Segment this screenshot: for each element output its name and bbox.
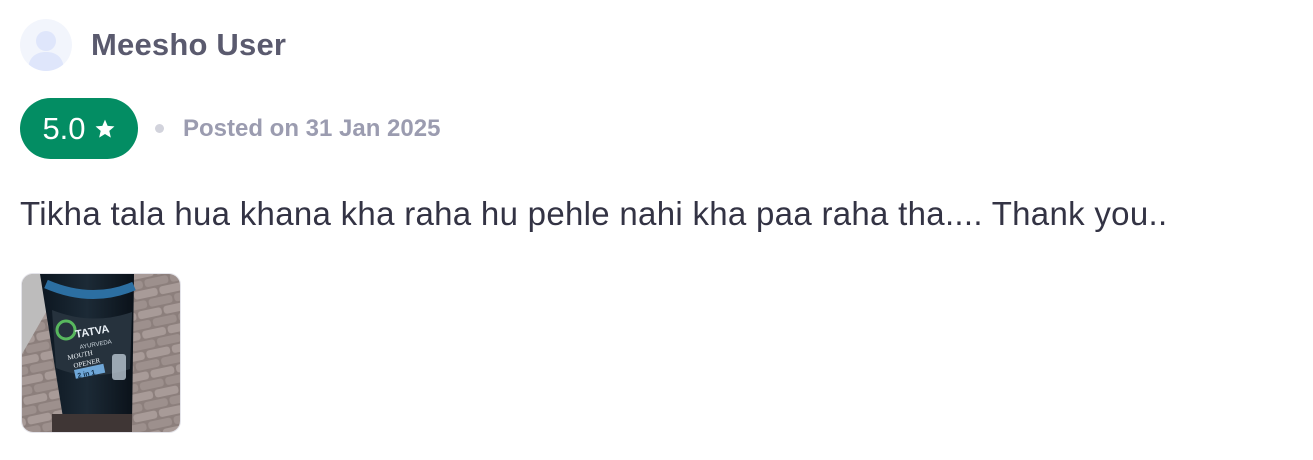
review-card: Meesho User 5.0 Posted on 31 Jan 2025 Ti…: [0, 0, 1313, 460]
user-name: Meesho User: [91, 27, 287, 62]
star-icon: [94, 118, 116, 140]
separator-dot: [155, 124, 164, 133]
posted-date: Posted on 31 Jan 2025: [183, 114, 441, 142]
review-text: Tikha tala hua khana kha raha hu pehle n…: [20, 195, 1168, 232]
user-avatar-icon: [20, 19, 72, 71]
review-photo[interactable]: TATVA AYURVEDA MOUTH OPENER 2 in 1: [21, 273, 181, 433]
rating-value: 5.0: [42, 110, 86, 146]
rating-badge: 5.0: [20, 98, 138, 159]
rating-row: 5.0 Posted on 31 Jan 2025: [20, 98, 440, 159]
review-header: Meesho User: [20, 19, 286, 71]
